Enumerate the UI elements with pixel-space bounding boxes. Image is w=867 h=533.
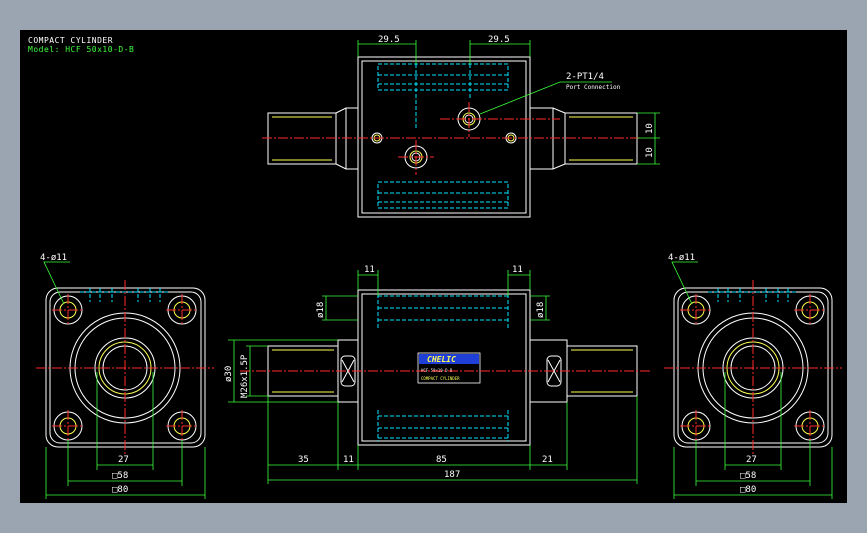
port-note: Port Connection [566, 84, 621, 91]
right-dim-80: □80 [740, 485, 756, 495]
right-dim-58: □58 [740, 471, 756, 481]
dim-top-right-10a: 10 [645, 123, 655, 134]
dim-187: 187 [444, 470, 460, 480]
front-dim-d18-right: ø18 [536, 302, 546, 318]
dim-top-right: 29.5 [488, 35, 510, 45]
nameplate-name: COMPACT CYLINDER [421, 376, 460, 381]
left-dim-27: 27 [118, 455, 129, 465]
left-dim-58: □58 [112, 471, 128, 481]
dim-85: 85 [436, 455, 447, 465]
left-holes-label: 4-ø11 [40, 253, 67, 263]
cad-drawing: .ol { stroke:#ffffff; stroke-width:1; fi… [36, 35, 842, 499]
dim-top-left: 29.5 [378, 35, 400, 45]
dim-21: 21 [542, 455, 553, 465]
right-dim-27: 27 [746, 455, 757, 465]
right-end-view: 4-ø11 27 □58 □80 [664, 253, 842, 499]
left-end-view: 4-ø11 27 □58 □80 [36, 253, 214, 499]
port-callout: 2-PT1/4 [566, 72, 604, 82]
front-dim-11-left: 11 [364, 265, 375, 275]
front-dim-11-right: 11 [512, 265, 523, 275]
front-dim-d30: ø30 [224, 366, 234, 382]
front-dim-d18-left: ø18 [316, 302, 326, 318]
dim-11: 11 [343, 455, 354, 465]
dim-top-right-10b: 10 [645, 147, 655, 158]
front-dim-thread: M26x1.5P [240, 354, 250, 398]
right-holes-label: 4-ø11 [668, 253, 695, 263]
nameplate-brand: CHELIC [427, 355, 456, 364]
dim-35: 35 [298, 455, 309, 465]
top-view: 29.5 29.5 2-PT1/4 Port Connection 10 10 [262, 35, 660, 218]
front-view: CHELIC HCF 50x10-D-B COMPACT CYLINDER 11… [224, 265, 652, 484]
left-dim-80: □80 [112, 485, 128, 495]
